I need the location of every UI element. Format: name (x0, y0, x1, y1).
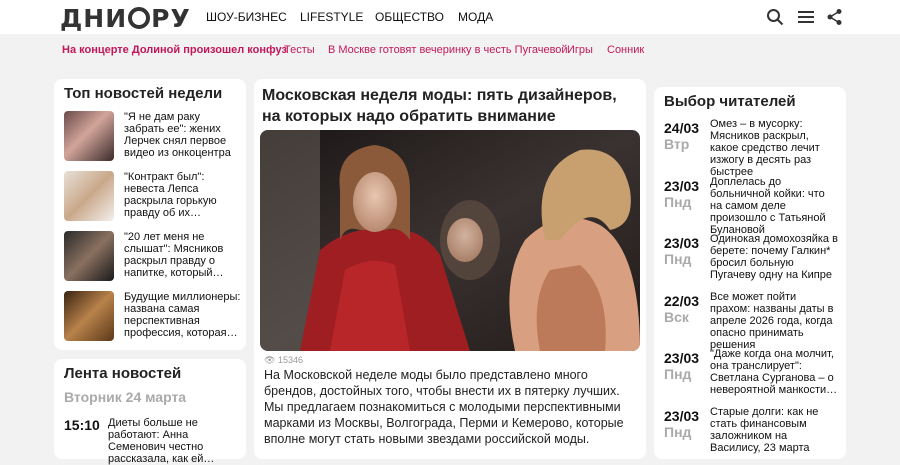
news-thumbnail (64, 291, 114, 341)
top-news-item[interactable]: "Я не дам раку забрать ее": жених Лерчек… (64, 111, 244, 161)
news-feed-time: 15:10 (64, 417, 100, 433)
top-news-card: Топ новостей недели "Я не дам раку забра… (54, 79, 246, 350)
logo-o-icon (128, 7, 151, 29)
item-headline: Омез – в мусорку: Мясников раскрыл, како… (710, 118, 820, 178)
search-icon[interactable] (766, 8, 784, 26)
article-lead: На Московской неделе моды было представл… (264, 368, 624, 446)
news-thumbnail (64, 231, 114, 281)
item-weekday: Пнд (664, 424, 692, 440)
item-weekday: Вск (664, 309, 689, 325)
fashion-runway-image (260, 130, 640, 351)
top-news-item[interactable]: Будущие миллионеры: названа самая перспе… (64, 291, 244, 341)
nav-item-society[interactable]: ОБЩЕСТВО (375, 10, 444, 24)
item-date: 23/03 (664, 350, 700, 366)
top-news-text: "Я не дам раку забрать ее": жених Лерчек… (124, 111, 231, 159)
item-date: 23/03 (664, 235, 700, 251)
logo-text-right: РУ (151, 4, 191, 33)
news-feed-card: Лента новостей Вторник 24 марта 15:10 Ди… (54, 359, 246, 465)
top-news-item[interactable]: "Контракт был": невеста Лепса раскрыла г… (64, 171, 244, 221)
item-weekday: Пнд (664, 366, 692, 382)
site-header: ДНИ РУ ШОУ-БИЗНЕС LIFESTYLE ОБЩЕСТВО МОДА (0, 0, 900, 34)
trending-link-tests[interactable]: Тесты (284, 44, 315, 56)
menu-icon[interactable] (797, 8, 815, 26)
article-photo[interactable] (260, 130, 640, 351)
nav-item-lifestyle[interactable]: LIFESTYLE (300, 10, 363, 24)
item-weekday: Втр (664, 136, 690, 152)
news-feed-text: Диеты больше не работают: Анна Семенович… (108, 417, 215, 465)
article-title[interactable]: Московская неделя моды: пять дизайнеров,… (262, 85, 632, 127)
item-headline: Старые долги: как не стать финансовым за… (710, 406, 819, 454)
item-headline: Все может пойти прахом: названы даты в а… (710, 291, 834, 351)
logo-text-left: ДНИ (60, 4, 128, 33)
nav-item-showbiz[interactable]: ШОУ-БИЗНЕС (206, 10, 287, 24)
readers-choice-card: Выбор читателей 24/03 Втр Омез – в мусор… (654, 87, 846, 459)
view-count: 👁︎ 15346 (264, 355, 303, 366)
news-thumbnail (64, 171, 114, 221)
nav-item-fashion[interactable]: МОДА (458, 10, 493, 24)
news-feed-date: Вторник 24 марта (64, 389, 187, 405)
trending-link-3[interactable]: В Москве готовят вечеринку в честь Пугач… (328, 44, 568, 56)
top-news-title: Топ новостей недели (64, 85, 223, 102)
item-date: 24/03 (664, 120, 700, 136)
item-headline: Доплелась до больничной койки: что на са… (710, 176, 826, 236)
item-weekday: Пнд (664, 251, 692, 267)
main-article-card: Московская неделя моды: пять дизайнеров,… (254, 79, 646, 459)
trending-link-dreambook[interactable]: Сонник (607, 44, 644, 56)
news-feed-title: Лента новостей (64, 365, 182, 382)
readers-choice-title: Выбор читателей (664, 93, 796, 110)
top-news-text: "Контракт был": невеста Лепса раскрыла г… (124, 171, 217, 219)
news-thumbnail (64, 111, 114, 161)
site-logo[interactable]: ДНИ РУ (60, 4, 191, 33)
item-weekday: Пнд (664, 194, 692, 210)
item-headline: "Даже когда она молчит, она транслирует"… (710, 348, 838, 396)
share-icon[interactable] (826, 8, 844, 26)
item-date: 22/03 (664, 293, 700, 309)
item-date: 23/03 (664, 178, 700, 194)
view-count-value: 15346 (277, 355, 303, 365)
top-news-text: "20 лет меня не слышат": Мясников раскры… (124, 231, 224, 279)
top-news-item[interactable]: "20 лет меня не слышат": Мясников раскры… (64, 231, 244, 281)
trending-link-games[interactable]: Игры (567, 44, 593, 56)
eye-icon: 👁︎ (264, 355, 276, 365)
trending-link-1[interactable]: На концерте Долиной произошел конфуз (62, 44, 287, 56)
item-headline: Одинокая домохозяйка в берете: почему Га… (710, 233, 838, 281)
top-news-text: Будущие миллионеры: названа самая перспе… (124, 291, 241, 339)
item-date: 23/03 (664, 408, 700, 424)
